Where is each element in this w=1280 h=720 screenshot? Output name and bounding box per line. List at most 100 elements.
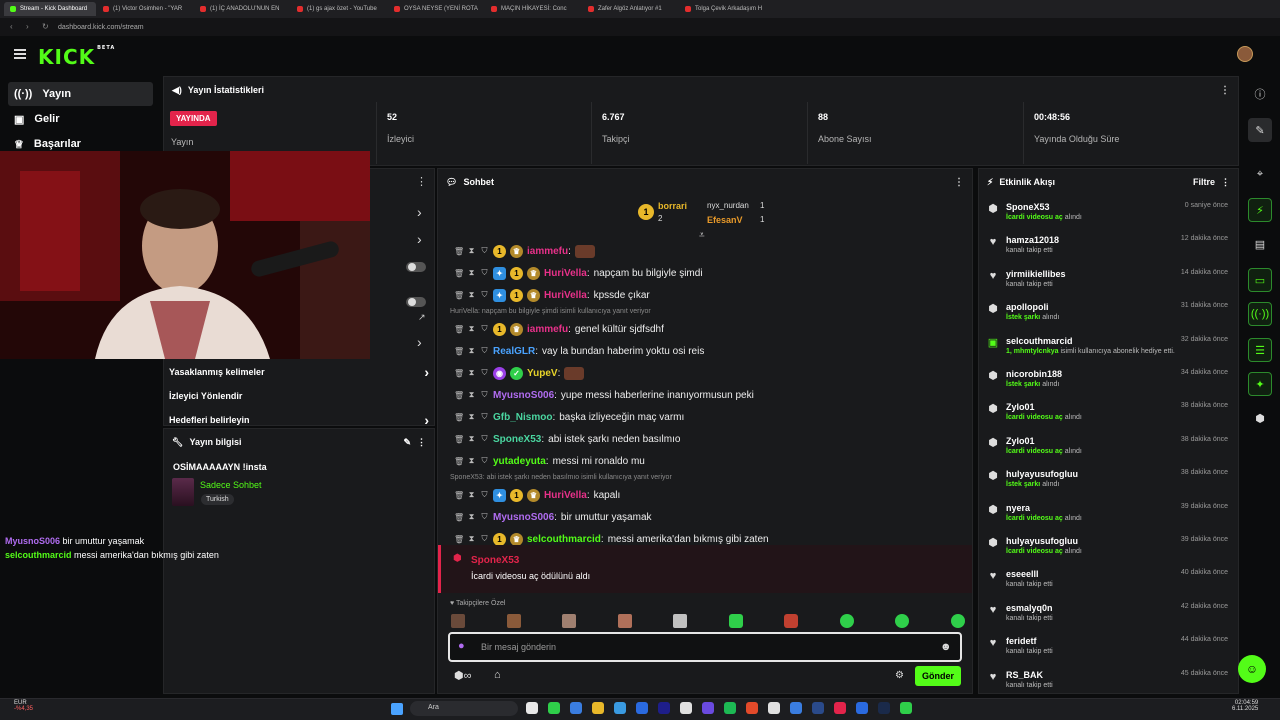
- activity-event[interactable]: ⬢ Zylo01 İcardi videosu aç alındı 38 dakika…: [984, 398, 1234, 431]
- chat-username[interactable]: SponeX53: [493, 434, 541, 445]
- emote[interactable]: [673, 614, 688, 628]
- address-bar[interactable]: ‹ › ↻ dashboard.kick.com/stream: [0, 18, 1280, 36]
- chat-message[interactable]: 🗑︎ ⧗ ⛉ 1 ♛ iammefu: genel kültür sjdfsdhf: [440, 319, 970, 339]
- banned-words-row[interactable]: Yasaklanmış kelimeler ›: [163, 361, 435, 383]
- taskbar-app-icon[interactable]: [900, 702, 912, 714]
- chat-message[interactable]: 🗑︎ ⧗ ⛉ ✦ 1 ♛ HuriVella: napçam bu bilgiyle şimd…: [440, 263, 970, 283]
- emote[interactable]: [784, 614, 799, 628]
- chevron-right-icon[interactable]: ›: [417, 334, 422, 350]
- gifter-name[interactable]: nyx_nurdan: [707, 201, 749, 210]
- delete-icon[interactable]: 🗑︎: [454, 435, 464, 444]
- points-rail-icon[interactable]: ⬢: [1248, 406, 1272, 430]
- emote[interactable]: [506, 614, 521, 628]
- layout-rail-icon[interactable]: ☰: [1248, 338, 1272, 362]
- chat-username[interactable]: iammefu: [527, 324, 568, 335]
- taskbar-search[interactable]: Ara: [410, 701, 518, 716]
- chat-username[interactable]: selcouthmarcid: [527, 534, 601, 545]
- taskbar-app-icon[interactable]: [856, 702, 868, 714]
- taskbar-app-icon[interactable]: [526, 702, 538, 714]
- delete-icon[interactable]: 🗑︎: [454, 457, 464, 466]
- chat-username[interactable]: MyusnoS006: [493, 512, 554, 523]
- timeout-icon[interactable]: ⧗: [467, 246, 476, 256]
- delete-icon[interactable]: 🗑︎: [454, 413, 464, 422]
- chat-message[interactable]: 🗑︎ ⧗ ⛉ ✦ 1 ♛ HuriVella: kpssde çıkar: [440, 285, 970, 305]
- browser-tab[interactable]: OYSA NEYSE (YENİ ROTA: [388, 2, 484, 16]
- delete-icon[interactable]: 🗑︎: [454, 391, 464, 400]
- more-icon[interactable]: ⋮: [417, 437, 426, 448]
- taskbar-app-icon[interactable]: [658, 702, 670, 714]
- delete-icon[interactable]: 🗑︎: [454, 535, 464, 544]
- delete-icon[interactable]: 🗑︎: [454, 291, 464, 300]
- chat-username[interactable]: yutadeyuta: [493, 456, 546, 467]
- chat-message[interactable]: 🗑︎ ⧗ ⛉ 1 ♛ iammefu:: [440, 241, 970, 261]
- taskbar-app-icon[interactable]: [702, 702, 714, 714]
- delete-icon[interactable]: 🗑︎: [454, 491, 464, 500]
- chat-message[interactable]: 🗑︎ ⧗ ⛉ Gfb_Nismoo: başka izliyeceğin maç var…: [440, 407, 970, 427]
- support-chat-button[interactable]: ☺: [1238, 655, 1266, 683]
- ban-icon[interactable]: ⛉: [480, 390, 489, 400]
- taskbar-app-icon[interactable]: [812, 702, 824, 714]
- ban-icon[interactable]: ⛉: [480, 490, 489, 500]
- activity-rail-icon[interactable]: ⚡︎: [1248, 198, 1272, 222]
- more-icon[interactable]: ⋮: [954, 177, 964, 188]
- tag-chip[interactable]: Turkish: [201, 494, 234, 505]
- chevron-right-icon[interactable]: ›: [417, 204, 422, 220]
- browser-tab[interactable]: Zafer Algöz Anlatıyor #1: [582, 2, 678, 16]
- category-link[interactable]: Sadece Sohbet: [200, 480, 262, 490]
- chat-message[interactable]: 🗑︎ ⧗ ⛉ RealGLR: vay la bundan haberim yoktu …: [440, 341, 970, 361]
- ban-icon[interactable]: ⛉: [480, 368, 489, 378]
- activity-event[interactable]: ♥ yirmiikiellibes kanalı takip etti 14 daki…: [984, 265, 1234, 298]
- activity-event[interactable]: ♥ feridetf kanalı takip etti 44 dakika önce: [984, 632, 1234, 665]
- broadcast-rail-icon[interactable]: ((·)): [1248, 302, 1272, 326]
- chat-username[interactable]: YupeV: [527, 368, 558, 379]
- ban-icon[interactable]: ⛉: [480, 324, 489, 334]
- timeout-icon[interactable]: ⧗: [467, 512, 476, 522]
- timeout-icon[interactable]: ⧗: [467, 368, 476, 378]
- activity-event[interactable]: ⬢ nicorobin188 İstek şarkı alındı 34 dakika…: [984, 365, 1234, 398]
- activity-event[interactable]: ⬢ Zylo01 İcardi videosu aç alındı 38 dakika…: [984, 432, 1234, 465]
- chat-username[interactable]: HuriVella: [544, 268, 587, 279]
- ban-icon[interactable]: ⛉: [480, 434, 489, 444]
- mic-icon[interactable]: ●: [458, 640, 465, 652]
- emote[interactable]: [895, 614, 910, 628]
- chat-username[interactable]: iammefu: [527, 246, 568, 257]
- chart-icon[interactable]: ↗: [418, 312, 426, 323]
- back-icon[interactable]: ‹: [10, 23, 18, 31]
- focus-icon[interactable]: ⌖: [1248, 162, 1272, 186]
- sidebar-item-gelir[interactable]: ▣ Gelir: [8, 107, 153, 131]
- url-text[interactable]: dashboard.kick.com/stream: [58, 24, 144, 31]
- activity-event[interactable]: ⬢ hulyayusufogluu İcardi videosu aç alındı…: [984, 532, 1234, 565]
- timeout-icon[interactable]: ⧗: [467, 534, 476, 544]
- kick-logo[interactable]: KICK BETA: [38, 45, 115, 69]
- taskbar-app-icon[interactable]: [614, 702, 626, 714]
- taskbar-app-icon[interactable]: [592, 702, 604, 714]
- timeout-icon[interactable]: ⧗: [467, 434, 476, 444]
- delete-icon[interactable]: 🗑︎: [454, 513, 464, 522]
- points-icon[interactable]: ⬢∞: [454, 669, 471, 682]
- gifter-name[interactable]: borrari: [658, 201, 687, 211]
- gear-icon[interactable]: ⚙: [895, 670, 904, 681]
- raid-row[interactable]: İzleyici Yönlendir: [163, 385, 435, 407]
- settings-more-icon[interactable]: ⋮: [416, 175, 427, 188]
- taskbar-app-icon[interactable]: [878, 702, 890, 714]
- browser-tab[interactable]: MAÇIN HİKAYESİ: Conc: [485, 2, 581, 16]
- ban-icon[interactable]: ⛉: [480, 268, 489, 278]
- gifter-name[interactable]: EfesanV: [707, 215, 743, 225]
- menu-icon[interactable]: [14, 49, 26, 59]
- chat-rail-icon[interactable]: ▭: [1248, 268, 1272, 292]
- activity-event[interactable]: ♥ hamza12018 kanalı takip etti 12 dakika ön…: [984, 231, 1234, 264]
- taskbar-app-icon[interactable]: [680, 702, 692, 714]
- toggle-switch[interactable]: [406, 262, 426, 272]
- chat-username[interactable]: Gfb_Nismoo: [493, 412, 552, 423]
- chevron-right-icon[interactable]: ›: [417, 231, 422, 247]
- chat-message[interactable]: 🗑︎ ⧗ ⛉ ✦ 1 ♛ HuriVella: kapalı: [440, 485, 970, 505]
- ban-icon[interactable]: ⛉: [480, 534, 489, 544]
- store-icon[interactable]: ⌂: [494, 669, 501, 681]
- timeout-icon[interactable]: ⧗: [467, 346, 476, 356]
- edit-mode-icon[interactable]: ✎: [1248, 118, 1272, 142]
- browser-tab[interactable]: Stream - Kick Dashboard: [4, 2, 96, 16]
- activity-event[interactable]: ⬢ apollopoli İstek şarkı alındı 31 dakika ö…: [984, 298, 1234, 331]
- taskbar-app-icon[interactable]: [636, 702, 648, 714]
- chat-message[interactable]: 🗑︎ ⧗ ⛉ MyusnoS006: bir umuttur yaşamak: [440, 507, 970, 527]
- emote[interactable]: [562, 614, 577, 628]
